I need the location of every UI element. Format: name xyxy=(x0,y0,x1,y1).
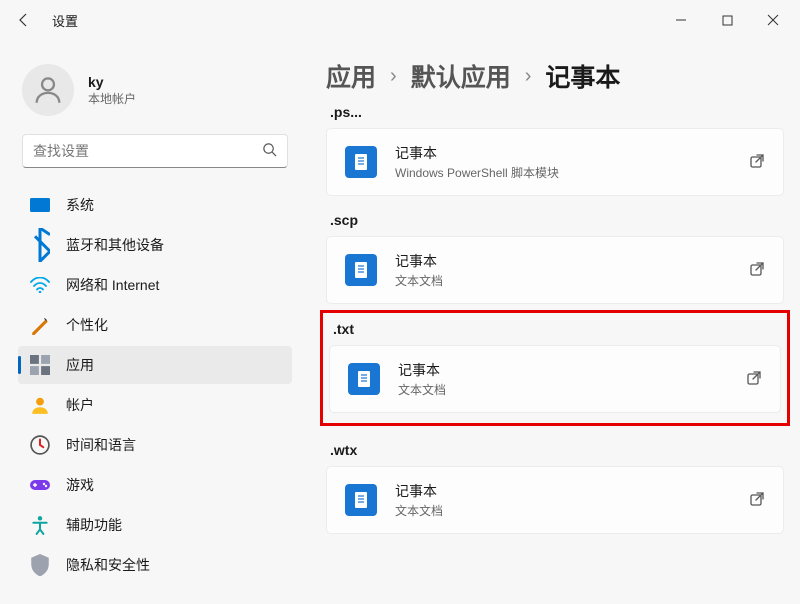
card-text: 记事本 Windows PowerShell 脚本模块 xyxy=(395,143,749,181)
sidebar-item-label: 应用 xyxy=(66,355,94,375)
association-list: .ps... 记事本 Windows PowerShell 脚本模块 .scp … xyxy=(326,108,784,534)
accessibility-icon xyxy=(30,515,50,535)
card-app-name: 记事本 xyxy=(395,251,749,271)
system-icon xyxy=(30,195,50,215)
notepad-icon xyxy=(345,146,377,178)
extension-label: .txt xyxy=(333,321,781,337)
minimize-icon xyxy=(675,14,687,26)
card-text: 记事本 文本文档 xyxy=(395,481,749,519)
nav-list: 系统 蓝牙和其他设备 网络和 Internet 个性化 应用 帐户 时间和语言 … xyxy=(14,186,296,584)
main-layout: ky 本地帐户 系统 蓝牙和其他设备 网络和 Internet 个性化 应用 帐… xyxy=(0,40,800,604)
sidebar-item-label: 系统 xyxy=(66,195,94,215)
breadcrumb-current: 记事本 xyxy=(545,58,620,94)
notepad-icon xyxy=(345,254,377,286)
search-icon xyxy=(262,142,277,160)
open-external-icon xyxy=(749,153,765,172)
breadcrumb: 应用 › 默认应用 › 记事本 xyxy=(326,58,784,94)
card-text: 记事本 文本文档 xyxy=(398,360,746,398)
titlebar: 设置 xyxy=(0,0,800,40)
association-group: .ps... 记事本 Windows PowerShell 脚本模块 xyxy=(326,108,784,196)
notepad-icon xyxy=(345,484,377,516)
back-button[interactable] xyxy=(4,0,44,40)
sidebar-item-label: 时间和语言 xyxy=(66,435,136,455)
maximize-icon xyxy=(722,15,733,26)
sidebar: ky 本地帐户 系统 蓝牙和其他设备 网络和 Internet 个性化 应用 帐… xyxy=(0,40,300,604)
sidebar-item-accounts[interactable]: 帐户 xyxy=(18,386,292,424)
sidebar-item-label: 隐私和安全性 xyxy=(66,555,150,575)
open-external-icon xyxy=(746,370,762,389)
association-card[interactable]: 记事本 Windows PowerShell 脚本模块 xyxy=(326,128,784,196)
search-box[interactable] xyxy=(22,134,288,168)
association-group: .txt 记事本 文本文档 xyxy=(320,310,790,426)
association-group: .wtx 记事本 文本文档 xyxy=(326,442,784,534)
minimize-button[interactable] xyxy=(658,0,704,40)
sidebar-item-label: 游戏 xyxy=(66,475,94,495)
gaming-icon xyxy=(30,475,50,495)
association-card[interactable]: 记事本 文本文档 xyxy=(326,466,784,534)
card-text: 记事本 文本文档 xyxy=(395,251,749,289)
sidebar-item-network[interactable]: 网络和 Internet xyxy=(18,266,292,304)
sidebar-item-apps[interactable]: 应用 xyxy=(18,346,292,384)
association-card[interactable]: 记事本 文本文档 xyxy=(326,236,784,304)
network-icon xyxy=(30,275,50,295)
extension-label: .scp xyxy=(330,212,784,228)
extension-label: .wtx xyxy=(330,442,784,458)
sidebar-item-label: 蓝牙和其他设备 xyxy=(66,235,164,255)
card-app-name: 记事本 xyxy=(395,143,749,163)
sidebar-item-gaming[interactable]: 游戏 xyxy=(18,466,292,504)
sidebar-item-label: 个性化 xyxy=(66,315,108,335)
search-input[interactable] xyxy=(33,143,262,159)
sidebar-item-label: 帐户 xyxy=(66,395,94,415)
sidebar-item-label: 辅助功能 xyxy=(66,515,122,535)
user-text: ky 本地帐户 xyxy=(88,74,136,107)
breadcrumb-sep: › xyxy=(525,65,532,88)
sidebar-item-privacy[interactable]: 隐私和安全性 xyxy=(18,546,292,584)
open-external-icon xyxy=(749,491,765,510)
time-icon xyxy=(30,435,50,455)
sidebar-item-bluetooth[interactable]: 蓝牙和其他设备 xyxy=(18,226,292,264)
window-title: 设置 xyxy=(52,11,78,30)
breadcrumb-sep: › xyxy=(390,65,397,88)
accounts-icon xyxy=(30,395,50,415)
privacy-icon xyxy=(30,555,50,575)
breadcrumb-apps[interactable]: 应用 xyxy=(326,58,376,94)
close-button[interactable] xyxy=(750,0,796,40)
sidebar-item-label: 网络和 Internet xyxy=(66,275,159,295)
breadcrumb-default-apps[interactable]: 默认应用 xyxy=(411,58,511,94)
open-external-icon xyxy=(749,261,765,280)
association-group: .scp 记事本 文本文档 xyxy=(326,212,784,304)
user-subtitle: 本地帐户 xyxy=(88,90,136,107)
window-controls xyxy=(658,0,796,40)
extension-label: .ps... xyxy=(330,104,784,120)
card-description: 文本文档 xyxy=(398,381,746,398)
user-name: ky xyxy=(88,74,136,90)
card-app-name: 记事本 xyxy=(398,360,746,380)
sidebar-item-system[interactable]: 系统 xyxy=(18,186,292,224)
card-description: Windows PowerShell 脚本模块 xyxy=(395,164,749,181)
bluetooth-icon xyxy=(30,235,50,255)
user-block[interactable]: ky 本地帐户 xyxy=(14,50,296,134)
card-description: 文本文档 xyxy=(395,502,749,519)
sidebar-item-personalize[interactable]: 个性化 xyxy=(18,306,292,344)
apps-icon xyxy=(30,355,50,375)
association-card[interactable]: 记事本 文本文档 xyxy=(329,345,781,413)
card-description: 文本文档 xyxy=(395,272,749,289)
person-icon xyxy=(31,73,65,107)
content: 应用 › 默认应用 › 记事本 .ps... 记事本 Windows Power… xyxy=(300,40,800,604)
personalize-icon xyxy=(30,315,50,335)
arrow-left-icon xyxy=(16,12,32,28)
close-icon xyxy=(767,14,779,26)
avatar xyxy=(22,64,74,116)
sidebar-item-accessibility[interactable]: 辅助功能 xyxy=(18,506,292,544)
sidebar-item-time[interactable]: 时间和语言 xyxy=(18,426,292,464)
card-app-name: 记事本 xyxy=(395,481,749,501)
notepad-icon xyxy=(348,363,380,395)
maximize-button[interactable] xyxy=(704,0,750,40)
